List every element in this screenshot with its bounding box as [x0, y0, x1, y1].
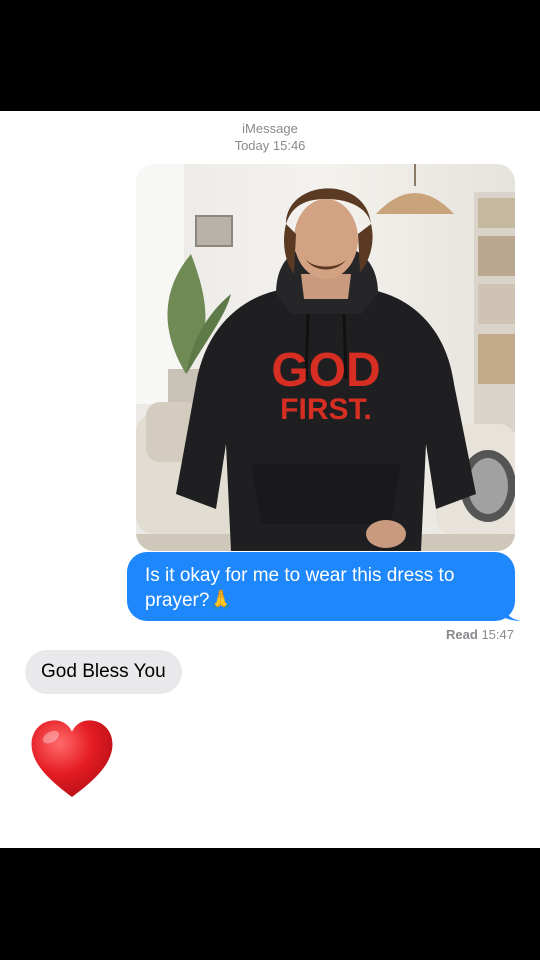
read-label: Read	[446, 627, 478, 642]
outgoing-message[interactable]: Is it okay for me to wear this dress to …	[127, 552, 521, 621]
hoodie-photo: GOD FIRST.	[136, 164, 515, 551]
shirt-text-line2: FIRST.	[280, 393, 372, 426]
thread-header: iMessage Today 15:46	[0, 120, 540, 154]
shirt-text-line1: GOD	[271, 344, 380, 397]
message-thread: iMessage Today 15:46 GOD FIRST. Is it ok…	[0, 111, 540, 848]
service-label: iMessage	[242, 121, 298, 136]
praying-hands-emoji: 🙏	[209, 590, 234, 611]
incoming-message-text: God Bless You	[41, 661, 166, 682]
bubble-tail-icon	[503, 603, 521, 621]
thread-timestamp: Today 15:46	[234, 138, 306, 153]
incoming-message[interactable]: God Bless You	[25, 650, 182, 694]
image-attachment[interactable]: GOD FIRST.	[136, 164, 515, 551]
heart-emoji[interactable]	[28, 716, 116, 804]
read-time: 15:47	[481, 627, 514, 642]
read-receipt: Read 15:47	[446, 627, 514, 642]
outgoing-message-text: Is it okay for me to wear this dress to …	[145, 565, 455, 611]
